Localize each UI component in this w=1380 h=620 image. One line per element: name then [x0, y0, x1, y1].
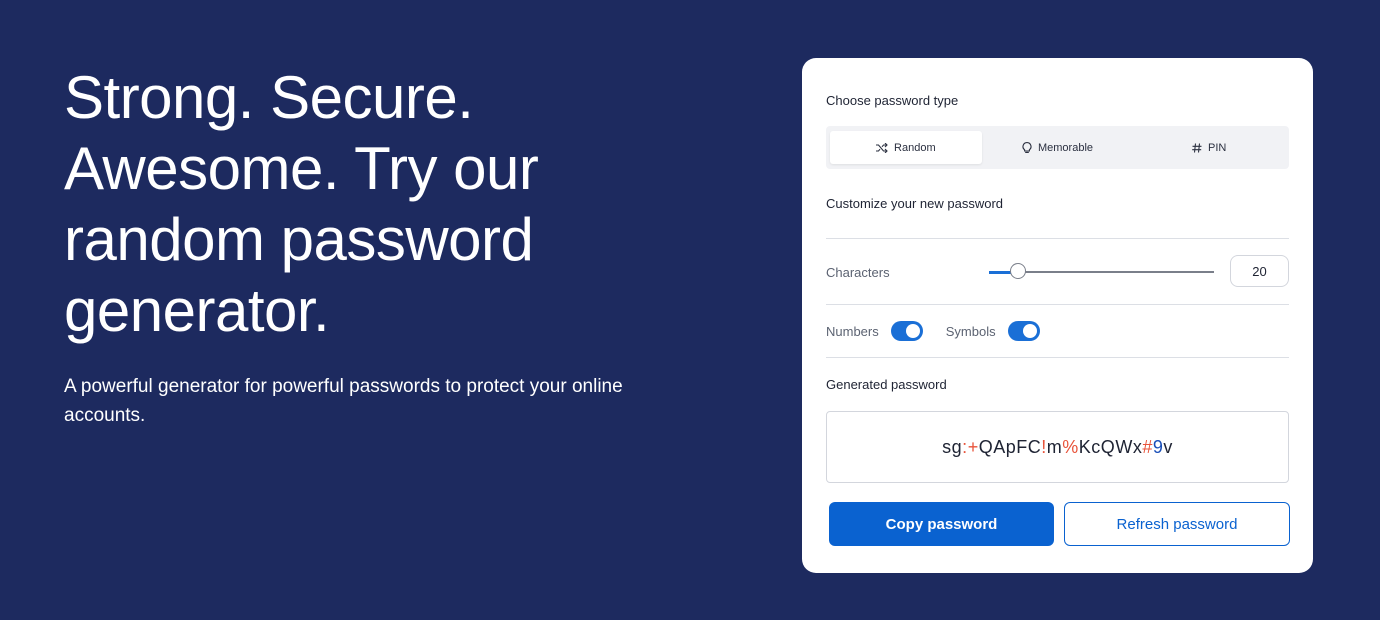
password-char: p	[1005, 436, 1017, 457]
tab-random[interactable]: Random	[830, 131, 982, 164]
refresh-password-button[interactable]: Refresh password	[1064, 502, 1290, 546]
divider	[826, 304, 1289, 305]
generated-password-field[interactable]: s g: + Q Ap F C! m% Kc Q Wx #9 v	[826, 411, 1289, 483]
characters-input[interactable]: 20	[1230, 255, 1289, 287]
password-type-label: Choose password type	[826, 93, 959, 108]
hero-title-line: random password	[64, 206, 534, 273]
password-char: Q	[1100, 436, 1116, 457]
password-char: x	[1132, 436, 1143, 457]
password-char: A	[993, 436, 1006, 457]
password-type-selector: Random Memorable PIN	[826, 126, 1289, 169]
divider	[826, 357, 1289, 358]
password-char: F	[1016, 436, 1028, 457]
lightbulb-icon	[1022, 141, 1032, 154]
password-char: 9	[1152, 436, 1164, 457]
characters-row: Characters 20	[826, 255, 1289, 289]
password-char: v	[1163, 436, 1173, 457]
numbers-label: Numbers	[826, 323, 879, 339]
password-char: K	[1078, 436, 1092, 457]
hero-title: Strong. Secure. Awesome. Try our random …	[64, 62, 704, 346]
password-char: W	[1115, 436, 1133, 457]
options-row: Numbers Symbols	[826, 320, 1063, 342]
characters-label: Characters	[826, 265, 890, 280]
hero: Strong. Secure. Awesome. Try our random …	[64, 62, 704, 430]
tab-pin-label: PIN	[1208, 141, 1227, 154]
password-char: s	[942, 436, 952, 457]
hash-icon	[1192, 142, 1202, 153]
password-char: c	[1091, 436, 1101, 457]
password-char: m	[1046, 436, 1063, 457]
characters-slider[interactable]	[989, 263, 1214, 279]
shuffle-icon	[876, 142, 888, 153]
password-generator-card: Choose password type Random Memorable PI…	[802, 58, 1313, 573]
slider-thumb[interactable]	[1010, 263, 1027, 279]
hero-title-line: Awesome. Try our	[64, 135, 539, 202]
customize-label: Customize your new password	[826, 196, 1004, 211]
symbols-toggle[interactable]	[1007, 321, 1040, 341]
password-char: g	[951, 436, 963, 457]
numbers-toggle[interactable]	[890, 321, 923, 341]
hero-title-line: generator.	[64, 277, 330, 344]
copy-password-button[interactable]: Copy password	[829, 502, 1054, 546]
password-char: Q	[978, 436, 994, 457]
hero-subtitle: A powerful generator for powerful passwo…	[64, 376, 623, 426]
tab-pin[interactable]: PIN	[1133, 131, 1285, 164]
password-char: C	[1027, 436, 1042, 457]
tab-random-label: Random	[894, 141, 936, 154]
password-char: #	[1142, 436, 1153, 457]
tab-memorable-label: Memorable	[1037, 141, 1094, 154]
password-char: %	[1062, 436, 1079, 457]
symbols-label: Symbols	[945, 323, 996, 339]
divider	[826, 238, 1289, 239]
tab-memorable[interactable]: Memorable	[982, 131, 1134, 164]
hero-title-line: Strong. Secure.	[64, 64, 474, 131]
password-char: +	[967, 436, 979, 457]
generated-password-label: Generated password	[826, 377, 947, 392]
